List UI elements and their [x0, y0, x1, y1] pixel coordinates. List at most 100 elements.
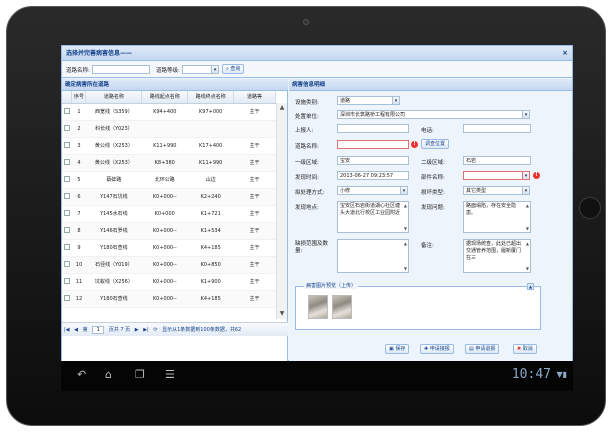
- scroll-down-icon[interactable]: ▼: [526, 225, 529, 232]
- unit-select[interactable]: 深圳市长筑路桥工程有限公司: [337, 110, 523, 119]
- checkbox[interactable]: [62, 290, 72, 308]
- road-grade-select[interactable]: [182, 65, 212, 74]
- chevron-down-icon[interactable]: ▾: [392, 96, 400, 105]
- row-checkbox[interactable]: [63, 294, 70, 301]
- time-input[interactable]: 2013-06-27 09:23:57: [337, 171, 409, 180]
- first-page-icon[interactable]: |◀: [64, 327, 70, 333]
- checkbox[interactable]: [62, 154, 72, 172]
- checkbox[interactable]: [62, 171, 72, 189]
- col-header-road-name[interactable]: 道路名称: [85, 91, 143, 104]
- photo-thumbnail[interactable]: [332, 295, 352, 319]
- table-row[interactable]: 7 Y145水石线 K0+000 K1+721 主干: [62, 205, 276, 223]
- row-checkbox[interactable]: [63, 209, 70, 216]
- area2-input[interactable]: 石岩: [463, 156, 531, 165]
- checkbox[interactable]: [62, 239, 72, 257]
- row-checkbox[interactable]: [63, 124, 70, 131]
- collapse-icon[interactable]: ▲: [527, 283, 534, 290]
- row-checkbox[interactable]: [63, 243, 70, 250]
- scroll-up-icon[interactable]: ▲: [404, 240, 407, 247]
- table-row[interactable]: 6 Y147石坑线 K0+000-- K2+240 主干: [62, 188, 276, 206]
- close-icon[interactable]: ×: [562, 46, 568, 61]
- table-row[interactable]: 10 石径线（Y019） K0+000-- K0+850 主干: [62, 256, 276, 274]
- checkbox[interactable]: [62, 205, 72, 223]
- photo-thumbnail[interactable]: [308, 295, 328, 319]
- col-header-grade[interactable]: 道路等: [233, 91, 276, 104]
- table-row[interactable]: 3 黄公线（X253） K11+990 K17+400 主干: [62, 137, 276, 155]
- refresh-icon[interactable]: ⟳: [153, 327, 157, 333]
- scroll-up-icon[interactable]: ▲: [404, 202, 407, 209]
- checkbox[interactable]: [62, 188, 72, 206]
- table-row[interactable]: 2 科长线（Y023）: [62, 120, 276, 138]
- chevron-down-icon[interactable]: ▾: [211, 65, 219, 74]
- reporter-input[interactable]: [337, 124, 409, 133]
- row-checkbox[interactable]: [63, 260, 70, 267]
- row-checkbox[interactable]: [63, 141, 70, 148]
- checkbox[interactable]: [62, 103, 72, 121]
- category-select[interactable]: 道路: [337, 96, 393, 105]
- col-header-start[interactable]: 路线起点名称: [141, 91, 189, 104]
- next-page-icon[interactable]: ▶: [135, 327, 139, 333]
- row-checkbox[interactable]: [63, 192, 70, 199]
- damage-select[interactable]: 其它类型: [463, 186, 523, 195]
- table-row[interactable]: 4 黄公线（X253） K8+380 K11+990 主干: [62, 154, 276, 172]
- home-button[interactable]: [579, 197, 601, 219]
- scroll-up-icon[interactable]: ▲: [526, 202, 529, 209]
- scroll-up-icon[interactable]: ▲: [526, 240, 529, 247]
- chevron-down-icon[interactable]: ▾: [400, 186, 408, 195]
- checkbox[interactable]: [62, 137, 72, 155]
- checkbox[interactable]: [62, 256, 72, 274]
- problem-textarea[interactable]: 路面塌陷，存在安全隐患。 ▲ ▼: [463, 201, 531, 233]
- row-checkbox[interactable]: [63, 107, 70, 114]
- apply-report-button[interactable]: ✚ 申请接报: [420, 344, 454, 354]
- recent-apps-icon[interactable]: ❐: [135, 368, 145, 381]
- home-icon[interactable]: ⌂: [105, 368, 112, 381]
- status-clock: 10:47: [511, 367, 551, 382]
- menu-icon[interactable]: ☰: [165, 368, 175, 381]
- select-all-header[interactable]: [62, 91, 73, 104]
- table-row[interactable]: 5 蔡蚌路 北环公路 山边 主干: [62, 171, 276, 189]
- area1-input[interactable]: 宝安: [337, 156, 409, 165]
- scroll-down-icon[interactable]: ▼: [526, 265, 529, 272]
- extent-textarea[interactable]: ▲ ▼: [337, 239, 409, 273]
- chevron-down-icon[interactable]: ▾: [522, 186, 530, 195]
- part-select[interactable]: [463, 171, 523, 180]
- table-row[interactable]: 12 Y180石查线 K0+000-- K4+185 主干: [62, 290, 276, 308]
- road-name-field[interactable]: [337, 140, 409, 149]
- place-textarea[interactable]: 宝安区石岩街道湖心社区塘头大道北行校区工业园附近 ▲ ▼: [337, 201, 409, 233]
- scroll-down-icon[interactable]: ▼: [277, 309, 287, 319]
- table-row[interactable]: 1 西宽线（S359） K94+400 K97+000 主干: [62, 103, 276, 121]
- chevron-down-icon[interactable]: ▾: [522, 171, 530, 180]
- scroll-down-icon[interactable]: ▼: [404, 225, 407, 232]
- col-header-no[interactable]: 序号: [71, 91, 87, 104]
- locate-button[interactable]: 调查位置: [421, 139, 450, 149]
- table-row[interactable]: 9 Y180石查线 K0+000-- K4+185 主干: [62, 239, 276, 257]
- checkbox[interactable]: [62, 222, 72, 240]
- prev-page-icon[interactable]: ◀: [74, 327, 78, 333]
- photo-preview-title[interactable]: 病害图片预览（上传）: [304, 282, 359, 289]
- page-number-input[interactable]: 1: [92, 326, 105, 334]
- last-page-icon[interactable]: ▶|: [143, 327, 149, 333]
- table-row[interactable]: 11 坑蚁线（X256） K0+000-- K1+900 主干: [62, 273, 276, 291]
- query-button[interactable]: ⌕ 查询: [222, 64, 245, 74]
- scroll-up-icon[interactable]: ▲: [277, 103, 287, 113]
- row-grade: 主干: [233, 205, 276, 223]
- back-icon[interactable]: ↶: [77, 368, 86, 381]
- phone-input[interactable]: [463, 124, 531, 133]
- row-checkbox[interactable]: [63, 158, 70, 165]
- table-scrollbar[interactable]: ▲ ▼: [276, 103, 287, 319]
- checkbox[interactable]: [62, 273, 72, 291]
- col-header-end[interactable]: 路线终点名称: [187, 91, 235, 104]
- table-row[interactable]: 8 Y146石罗线 K0+000-- K1+534 主干: [62, 222, 276, 240]
- checkbox[interactable]: [62, 120, 72, 138]
- method-select[interactable]: 小修: [337, 186, 401, 195]
- road-name-input[interactable]: [92, 65, 150, 74]
- row-checkbox[interactable]: [63, 277, 70, 284]
- apply-withdraw-button[interactable]: ▤ 申请退报: [465, 344, 500, 354]
- cancel-button[interactable]: ✖ 取消: [513, 344, 537, 354]
- scroll-down-icon[interactable]: ▼: [404, 265, 407, 272]
- save-button[interactable]: ▣ 保存: [385, 344, 410, 354]
- row-checkbox[interactable]: [63, 175, 70, 182]
- row-checkbox[interactable]: [63, 226, 70, 233]
- chevron-down-icon[interactable]: ▾: [522, 110, 530, 119]
- remark-textarea[interactable]: 据现场统查，此处已超出交通管养范围，履新厦门在三 ▲ ▼: [463, 239, 531, 273]
